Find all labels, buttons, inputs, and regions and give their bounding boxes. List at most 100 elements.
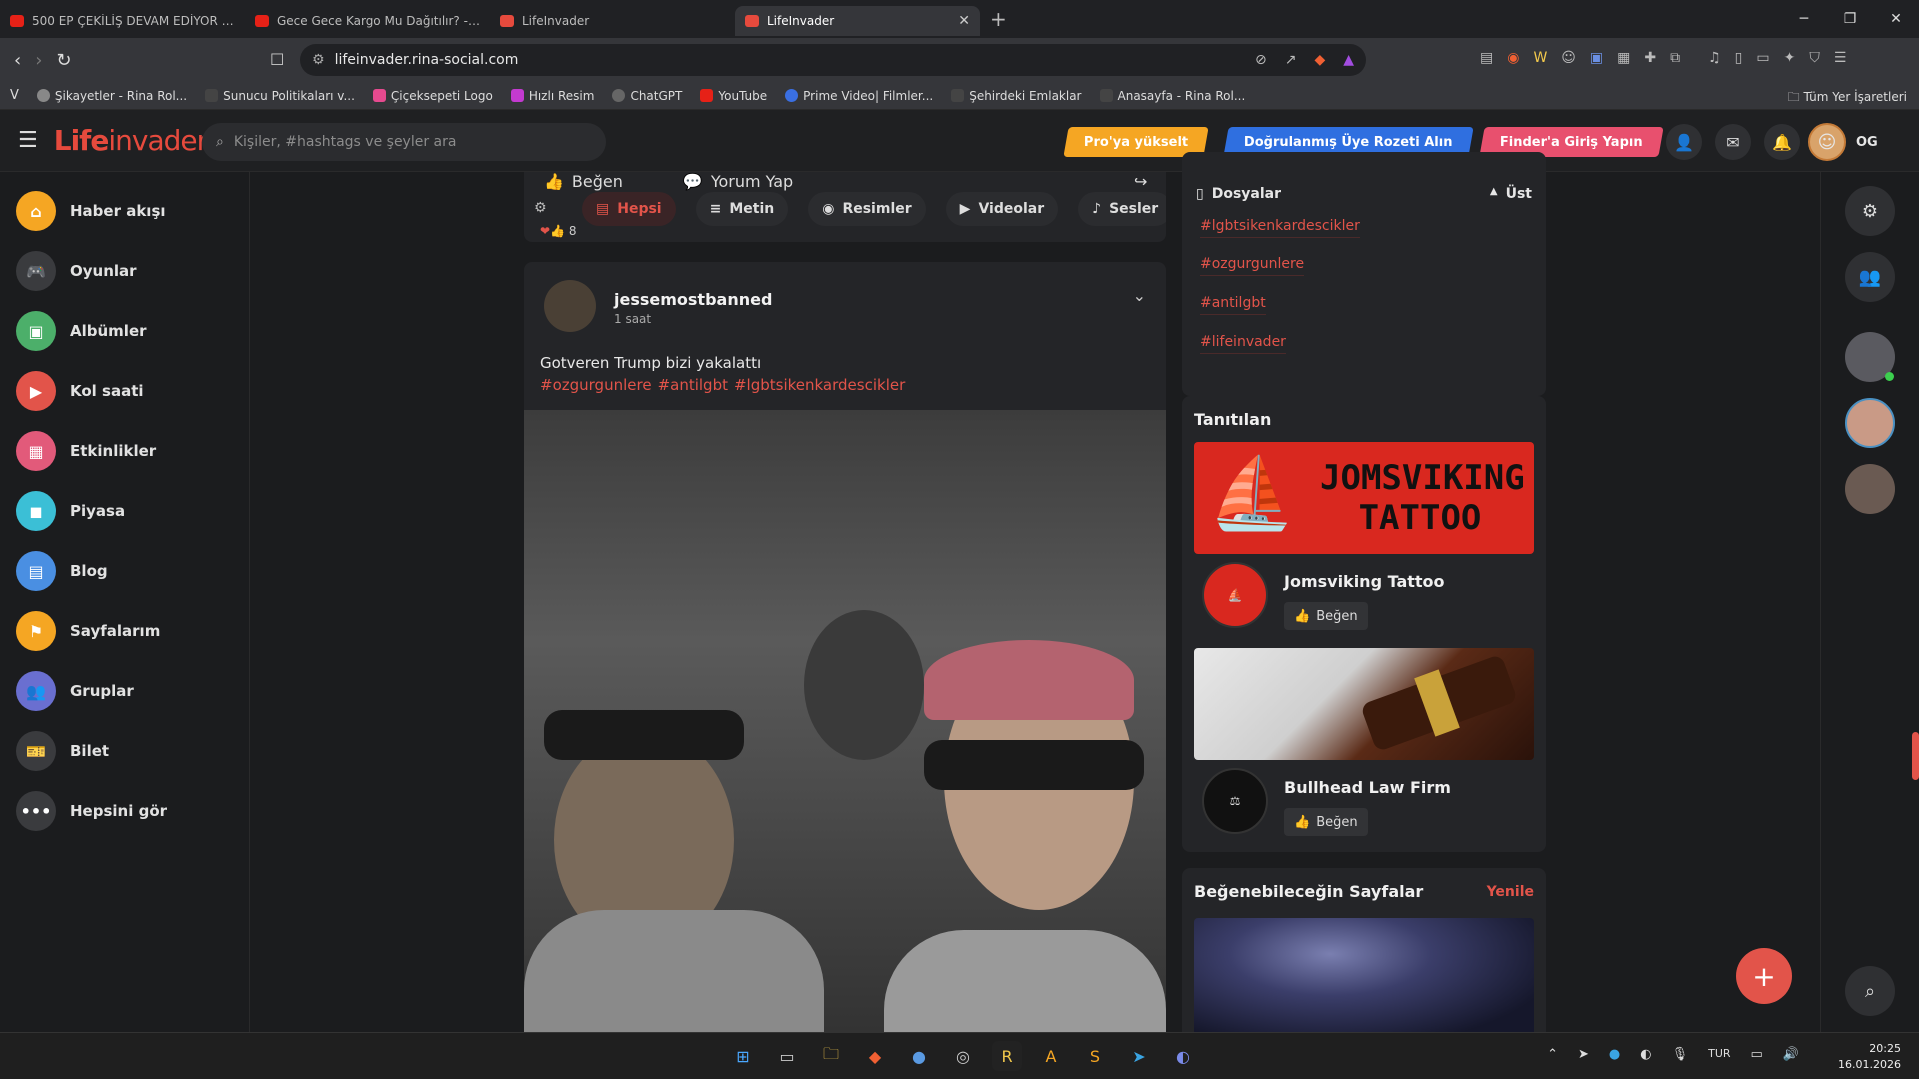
trending-hashtag[interactable]: #ozgurgunlere: [1200, 256, 1305, 276]
extension-icon[interactable]: ⧉: [1670, 50, 1680, 66]
sidebar-item-market[interactable]: ◼ Piyasa: [0, 481, 249, 541]
all-bookmarks[interactable]: 🗀 Tüm Yer İşaretleri: [1788, 88, 1907, 109]
top-button[interactable]: ▲ Üst: [1490, 186, 1532, 202]
browser-tab-4-active[interactable]: LifeInvader ✕: [735, 6, 980, 36]
bookmark-item[interactable]: Prime Video| Filmler...: [785, 89, 933, 103]
settings-chat-icon[interactable]: ⚙: [1845, 186, 1895, 236]
chevron-down-icon[interactable]: ⌄: [1133, 286, 1146, 305]
contact-avatar[interactable]: [1845, 464, 1895, 514]
back-icon[interactable]: ‹: [14, 50, 21, 71]
app-icon[interactable]: A: [1036, 1041, 1066, 1071]
browser-tab-3[interactable]: LifeInvader: [490, 6, 735, 36]
filter-audio[interactable]: ♪ Sesler: [1078, 192, 1166, 226]
bookmark-item[interactable]: Hızlı Resim: [510, 89, 594, 103]
minimize-icon[interactable]: ─: [1781, 0, 1827, 38]
trending-hashtag[interactable]: #lifeinvader: [1200, 334, 1286, 354]
app-icon[interactable]: S: [1080, 1041, 1110, 1071]
browser-tab-2[interactable]: Gece Gece Kargo Mu Dağıtılır? - Ama: [245, 6, 490, 36]
sidebar-item-news-feed[interactable]: ⌂ Haber akışı: [0, 181, 249, 241]
app-icon[interactable]: R: [992, 1041, 1022, 1071]
sidebar-icon[interactable]: ▯: [1735, 50, 1743, 66]
sidebar-item-groups[interactable]: 👥 Gruplar: [0, 661, 249, 721]
trending-hashtag[interactable]: #lgbtsikenkardescikler: [1200, 218, 1360, 238]
extension-icon[interactable]: ▤: [1480, 50, 1493, 66]
volume-icon[interactable]: 🔊: [1783, 1047, 1799, 1062]
share-icon[interactable]: ↪: [1134, 172, 1147, 191]
sidebar-item-albums[interactable]: ▣ Albümler: [0, 301, 249, 361]
post-author-name[interactable]: jessemostbanned: [614, 290, 772, 309]
hamburger-menu-icon[interactable]: ☰: [18, 128, 38, 153]
new-tab-button[interactable]: +: [990, 7, 1007, 31]
ad-name[interactable]: Bullhead Law Firm: [1284, 778, 1451, 797]
wallet-icon[interactable]: ▭: [1756, 50, 1769, 66]
comment-button[interactable]: 💬 Yorum Yap: [683, 172, 793, 191]
add-group-icon[interactable]: 👥: [1845, 252, 1895, 302]
hashtag-link[interactable]: #lgbtsikenkardescikler: [734, 376, 905, 394]
browser-tab-1[interactable]: 500 EP ÇEKİLİŞ DEVAM EDİYOR / ART: [0, 6, 245, 36]
menu-icon[interactable]: ☰: [1834, 50, 1847, 66]
contact-avatar[interactable]: [1845, 398, 1895, 448]
sidebar-item-watch[interactable]: ▶ Kol saati: [0, 361, 249, 421]
clock[interactable]: 20:25 16.01.2026: [1838, 1041, 1901, 1073]
restore-icon[interactable]: ❐: [1827, 0, 1873, 38]
search-input[interactable]: ⌕ Kişiler, #hashtags ve şeyler ara: [202, 123, 606, 161]
bookmark-item[interactable]: ChatGPT: [612, 89, 682, 103]
telegram-icon[interactable]: ➤: [1124, 1041, 1154, 1071]
add-friend-icon[interactable]: 👤: [1666, 124, 1702, 160]
messages-icon[interactable]: ✉: [1715, 124, 1751, 160]
site-info-icon[interactable]: ⚙: [312, 52, 325, 68]
refresh-button[interactable]: Yenile: [1487, 884, 1534, 900]
filter-images[interactable]: ◉ Resimler: [808, 192, 926, 226]
rewards-icon[interactable]: ▲: [1343, 52, 1354, 68]
sidebar-item-see-all[interactable]: ••• Hepsini gör: [0, 781, 249, 841]
extension-icon[interactable]: ▦: [1617, 50, 1630, 66]
ad-like-button[interactable]: 👍 Beğen: [1284, 602, 1368, 630]
hashtag-link[interactable]: #antilgbt: [658, 376, 728, 394]
lifeinvader-logo[interactable]: Lifeinvader: [54, 124, 208, 157]
post-image[interactable]: [524, 410, 1166, 1032]
bookmark-item[interactable]: Sunucu Politikaları v...: [205, 89, 355, 103]
ad-banner[interactable]: ⛵ JOMSVIKING TATTOO: [1194, 442, 1534, 554]
share-icon[interactable]: ↗: [1285, 52, 1297, 68]
music-icon[interactable]: ♫: [1708, 50, 1721, 66]
ad-banner[interactable]: [1194, 648, 1534, 760]
suggested-page-image[interactable]: [1194, 918, 1534, 1038]
extension-icon[interactable]: ☺: [1561, 50, 1576, 66]
hashtag-link[interactable]: #ozgurgunlere: [540, 376, 652, 394]
jomsviking-logo[interactable]: ⛵: [1202, 562, 1268, 628]
extension-icon[interactable]: W: [1533, 50, 1547, 66]
find-people-icon[interactable]: ⌕: [1845, 966, 1895, 1016]
sidebar-item-blog[interactable]: ▤ Blog: [0, 541, 249, 601]
files-filter[interactable]: ▯ Dosyalar: [1196, 186, 1281, 202]
sidebar-item-my-pages[interactable]: ⚑ Sayfalarım: [0, 601, 249, 661]
brave-shield-icon[interactable]: ◆: [1314, 52, 1325, 68]
post-author-avatar[interactable]: [544, 280, 596, 332]
language-indicator[interactable]: TUR: [1708, 1047, 1730, 1062]
discord-tray-icon[interactable]: ◐: [1640, 1047, 1651, 1062]
tray-app-icon[interactable]: ●: [1609, 1047, 1620, 1062]
close-tab-icon[interactable]: ✕: [958, 13, 970, 29]
vpn-icon[interactable]: ⛉: [1809, 50, 1820, 66]
chevron-up-icon[interactable]: ⌃: [1547, 1047, 1558, 1062]
user-avatar[interactable]: ☺: [1808, 123, 1846, 161]
no-cam-icon[interactable]: ⊘: [1255, 52, 1267, 68]
scrollbar-thumb[interactable]: [1912, 732, 1919, 780]
extension-icon[interactable]: ◉: [1507, 50, 1519, 66]
user-initials[interactable]: OG: [1856, 135, 1878, 150]
bookmark-item[interactable]: Şikayetler - Rina Rol...: [36, 89, 187, 103]
create-post-button[interactable]: +: [1736, 948, 1792, 1004]
like-count[interactable]: ❤👍 8: [540, 224, 576, 238]
bookmark-icon[interactable]: ☐: [270, 50, 284, 69]
filter-text[interactable]: ≡ Metin: [695, 192, 789, 226]
windows-start-icon[interactable]: ⊞: [728, 1041, 758, 1071]
bookmark-item[interactable]: Şehirdeki Emlaklar: [951, 89, 1082, 103]
bookmark-item[interactable]: Çiçeksepeti Logo: [372, 89, 493, 103]
close-window-icon[interactable]: ✕: [1873, 0, 1919, 38]
brave-browser-icon[interactable]: ◆: [860, 1041, 890, 1071]
notifications-icon[interactable]: 🔔: [1764, 124, 1800, 160]
trending-hashtag[interactable]: #antilgbt: [1200, 295, 1266, 315]
filter-settings-icon[interactable]: ⚙: [534, 200, 547, 216]
telegram-tray-icon[interactable]: ➤: [1578, 1047, 1589, 1062]
ad-like-button[interactable]: 👍 Beğen: [1284, 808, 1368, 836]
task-view-icon[interactable]: ▭: [772, 1041, 802, 1071]
